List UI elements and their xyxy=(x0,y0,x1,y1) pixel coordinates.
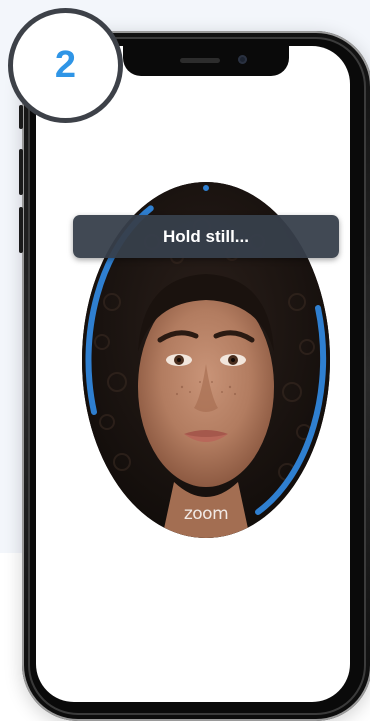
camera-icon xyxy=(238,55,247,64)
phone-screen: zoom Hold still... xyxy=(36,46,350,702)
step-badge: 2 xyxy=(8,8,123,123)
volume-up-button xyxy=(19,149,23,195)
speaker-icon xyxy=(180,58,220,63)
notch xyxy=(123,46,289,76)
status-toast: Hold still... xyxy=(73,215,339,258)
mute-switch xyxy=(19,105,23,129)
volume-down-button xyxy=(19,207,23,253)
